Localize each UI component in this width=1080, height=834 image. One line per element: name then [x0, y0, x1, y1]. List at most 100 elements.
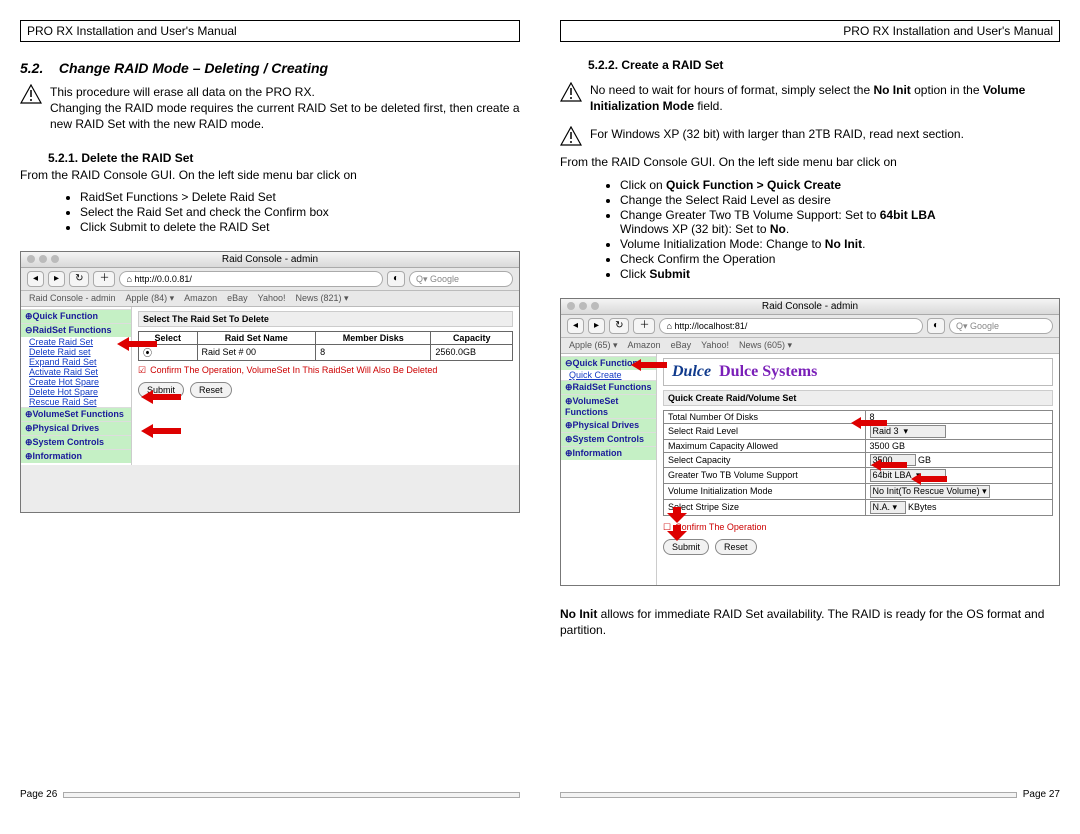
sidebar-item[interactable]: Rescue Raid Set — [21, 397, 131, 407]
add-button[interactable]: ＋ — [93, 271, 115, 287]
two-tb-select[interactable]: 64bit LBA ▾ — [870, 469, 946, 482]
search-field[interactable]: Q▾ Google — [949, 318, 1053, 334]
lead-text-right: From the RAID Console GUI. On the left s… — [560, 154, 1060, 170]
sidebar-group-physical[interactable]: ⊕Physical Drives — [21, 421, 131, 435]
intro-line2: Changing the RAID mode requires the curr… — [50, 101, 520, 131]
bookmarks-bar[interactable]: Raid Console - admin Apple (84) ▾ Amazon… — [21, 291, 519, 307]
screenshot-create: Raid Console - admin ◂ ▸ ↻ ＋ ⌂ http://lo… — [560, 298, 1060, 586]
warn-noinit: No need to wait for hours of format, sim… — [590, 82, 1060, 114]
bullet-list-right: Click on Quick Function > Quick Create C… — [560, 177, 1060, 282]
bullet-item: Check Confirm the Operation — [620, 252, 1060, 266]
sidebar-item[interactable]: Create Hot Spare — [21, 377, 131, 387]
submit-button[interactable]: Submit — [663, 539, 709, 555]
brand-row: Dulce Dulce Systems — [663, 358, 1053, 386]
sidebar-group-quick[interactable]: ⊖Quick Function — [561, 356, 656, 370]
sidebar-group-system[interactable]: ⊕System Controls — [21, 435, 131, 449]
sidebar-group-volumeset[interactable]: ⊕VolumeSet Functions — [561, 394, 656, 418]
radio-select[interactable]: ⦿ — [139, 344, 198, 360]
col-disks: Member Disks — [316, 331, 431, 344]
bullet-list-left: RaidSet Functions > Delete Raid Set Sele… — [20, 189, 520, 235]
page-number: Page 27 — [1023, 789, 1060, 800]
header-bar-left: PRO RX Installation and User's Manual — [20, 20, 520, 42]
table-row[interactable]: ⦿ Raid Set # 00 8 2560.0GB — [139, 344, 513, 360]
address-bar[interactable]: ⌂ http://localhost:81/ — [659, 318, 923, 334]
reset-button[interactable]: Reset — [190, 382, 232, 398]
back-button[interactable]: ◂ — [27, 271, 44, 287]
address-bar[interactable]: ⌂ http://0.0.0.81/ — [119, 271, 383, 287]
checkbox-icon[interactable]: ☐ — [663, 522, 671, 533]
raid-level-select[interactable]: Raid 3 ▾ — [870, 425, 946, 438]
page-right: PRO RX Installation and User's Manual 5.… — [560, 20, 1060, 800]
capacity-input[interactable]: 3500 — [870, 454, 916, 466]
window-title: Raid Console - admin — [762, 301, 858, 312]
sidebar-group-quick[interactable]: ⊕Quick Function — [21, 309, 131, 323]
main-panel: Select The Raid Set To Delete Select Rai… — [132, 307, 519, 465]
page-number: Page 26 — [20, 789, 57, 800]
header-bar-right: PRO RX Installation and User's Manual — [560, 20, 1060, 42]
form-row: Select Stripe SizeN.A. ▾ KBytes — [664, 499, 1053, 515]
brand-name: Dulce Systems — [719, 363, 817, 381]
sidebar-item-delete[interactable]: Delete Raid set — [21, 347, 131, 357]
warning-icon — [20, 84, 42, 104]
reload-button[interactable]: ↻ — [609, 318, 629, 334]
intro-text: This procedure will erase all data on th… — [50, 84, 520, 133]
sidebar-group-info[interactable]: ⊕Information — [21, 449, 131, 463]
add-button[interactable]: ＋ — [633, 318, 655, 334]
sidebar-item-quick-create[interactable]: Quick Create — [561, 370, 656, 380]
sidebar-item[interactable]: Create Raid Set — [21, 337, 131, 347]
window-titlebar: Raid Console - admin — [21, 252, 519, 268]
subsection-text: Create a RAID Set — [621, 58, 723, 72]
footer-right: Page 27 — [560, 789, 1060, 800]
section-number: 5.2. — [20, 60, 43, 76]
bullet-item: Click on Quick Function > Quick Create — [620, 178, 1060, 192]
back-button[interactable]: ◂ — [567, 318, 584, 334]
sidebar-group-raidset[interactable]: ⊕RaidSet Functions — [561, 380, 656, 394]
search-field[interactable]: Q▾ Google — [409, 271, 513, 287]
window-titlebar: Raid Console - admin — [561, 299, 1059, 315]
lead-text-left: From the RAID Console GUI. On the left s… — [20, 167, 520, 183]
sidebar-group-physical[interactable]: ⊕Physical Drives — [561, 418, 656, 432]
feed-button[interactable]: ◐ — [387, 271, 405, 287]
noinit-note: No Init allows for immediate RAID Set av… — [560, 606, 1060, 638]
bookmarks-bar[interactable]: Apple (65) ▾ Amazon eBay Yahoo! News (60… — [561, 338, 1059, 354]
bullet-item: Click Submit — [620, 267, 1060, 281]
reset-button[interactable]: Reset — [715, 539, 757, 555]
col-select: Select — [139, 331, 198, 344]
sidebar-group-system[interactable]: ⊕System Controls — [561, 432, 656, 446]
forward-button[interactable]: ▸ — [588, 318, 605, 334]
section-title: 5.2. Change RAID Mode – Deleting / Creat… — [20, 60, 520, 76]
stripe-select[interactable]: N.A. ▾ — [870, 501, 906, 514]
sidebar-item[interactable]: Delete Hot Spare — [21, 387, 131, 397]
sidebar-group-info[interactable]: ⊕Information — [561, 446, 656, 460]
window-controls[interactable] — [567, 302, 599, 310]
form-row: Select Raid LevelRaid 3 ▾ — [664, 423, 1053, 439]
footer-rule — [63, 792, 520, 798]
main-panel: Dulce Dulce Systems Quick Create Raid/Vo… — [657, 354, 1059, 585]
warning-icon — [560, 126, 582, 146]
warning-icon — [560, 82, 582, 102]
checkbox-icon[interactable]: ☑ — [138, 365, 146, 376]
sidebar-group-raidset[interactable]: ⊖RaidSet Functions — [21, 323, 131, 337]
col-capacity: Capacity — [431, 331, 513, 344]
form-row: Maximum Capacity Allowed3500 GB — [664, 439, 1053, 452]
subsection-number: 5.2.2. — [588, 58, 618, 72]
submit-button[interactable]: Submit — [138, 382, 184, 398]
init-mode-select[interactable]: No Init(To Rescue Volume) ▾ — [870, 485, 990, 498]
brand-logo: Dulce — [672, 363, 711, 381]
panel-title: Quick Create Raid/Volume Set — [663, 390, 1053, 406]
raidset-table: Select Raid Set Name Member Disks Capaci… — [138, 331, 513, 361]
sidebar: ⊖Quick Function Quick Create ⊕RaidSet Fu… — [561, 354, 657, 585]
confirm-row[interactable]: ☑ Confirm The Operation, VolumeSet In Th… — [138, 365, 513, 376]
window-controls[interactable] — [27, 255, 59, 263]
sidebar-item[interactable]: Activate Raid Set — [21, 367, 131, 377]
subsection-title-delete: 5.2.1. Delete the RAID Set — [48, 151, 520, 165]
form-row: Select Capacity3500 GB — [664, 452, 1053, 467]
sidebar: ⊕Quick Function ⊖RaidSet Functions Creat… — [21, 307, 132, 465]
feed-button[interactable]: ◐ — [927, 318, 945, 334]
confirm-text: Confirm The Operation, VolumeSet In This… — [150, 365, 437, 375]
confirm-row[interactable]: ☐ Confirm The Operation — [663, 522, 1053, 533]
sidebar-item[interactable]: Expand Raid Set — [21, 357, 131, 367]
reload-button[interactable]: ↻ — [69, 271, 89, 287]
sidebar-group-volumeset[interactable]: ⊕VolumeSet Functions — [21, 407, 131, 421]
forward-button[interactable]: ▸ — [48, 271, 65, 287]
